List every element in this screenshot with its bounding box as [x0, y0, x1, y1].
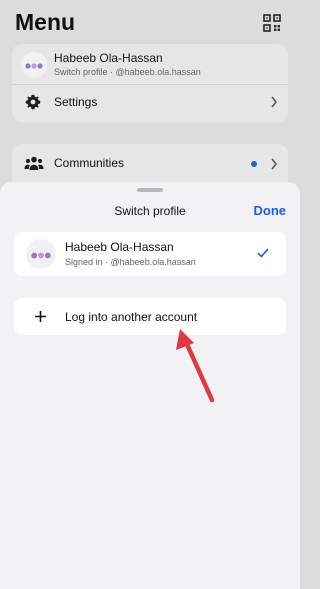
notification-dot — [251, 161, 257, 167]
qr-code-icon[interactable] — [263, 14, 281, 32]
done-button[interactable]: Done — [254, 203, 287, 218]
switch-profile-sheet: Switch profile Done Habeeb Ola-Hassan Si… — [0, 182, 300, 589]
gear-icon — [25, 94, 41, 110]
log-into-another-account-button[interactable]: Log into another account — [14, 298, 286, 335]
settings-label[interactable]: Settings — [54, 95, 97, 109]
account-status: Signed in · @habeeb.ola.hassan — [65, 257, 196, 267]
communities-row[interactable]: Communities — [12, 144, 288, 184]
people-icon — [24, 156, 44, 170]
profile-subtitle: Switch profile · @habeeb.ola.hassan — [54, 67, 201, 77]
divider — [12, 84, 288, 85]
chevron-right-icon — [271, 158, 277, 170]
chevron-right-icon — [271, 96, 277, 108]
plus-icon — [35, 311, 46, 322]
avatar — [21, 52, 47, 78]
sheet-grabber[interactable] — [137, 188, 163, 192]
profile-card[interactable]: Habeeb Ola-Hassan Switch profile · @habe… — [12, 44, 288, 122]
profile-name: Habeeb Ola-Hassan — [54, 51, 163, 65]
page-title: Menu — [15, 9, 76, 35]
log-into-another-account-label: Log into another account — [65, 310, 198, 324]
account-name: Habeeb Ola-Hassan — [65, 240, 174, 254]
account-row[interactable]: Habeeb Ola-Hassan Signed in · @habeeb.ol… — [14, 232, 286, 276]
menu-header: Menu — [0, 0, 300, 44]
avatar — [26, 239, 56, 269]
check-icon — [257, 248, 269, 258]
communities-label: Communities — [54, 156, 125, 170]
